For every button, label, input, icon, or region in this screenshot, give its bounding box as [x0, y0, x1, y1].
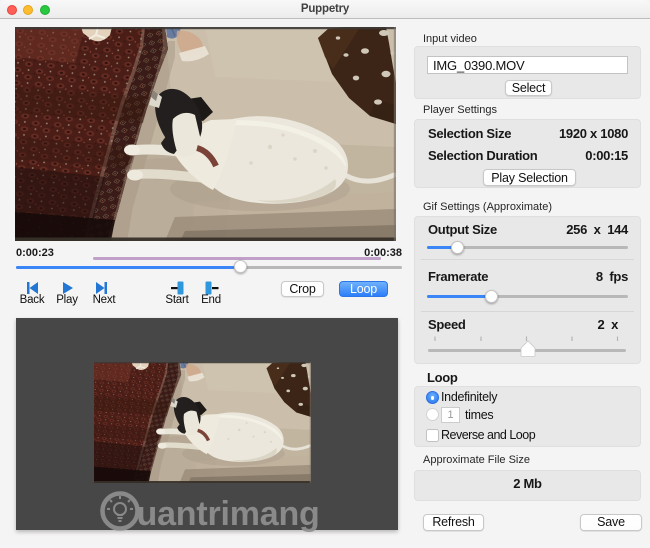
svg-text:uantrimang: uantrimang [137, 495, 320, 533]
